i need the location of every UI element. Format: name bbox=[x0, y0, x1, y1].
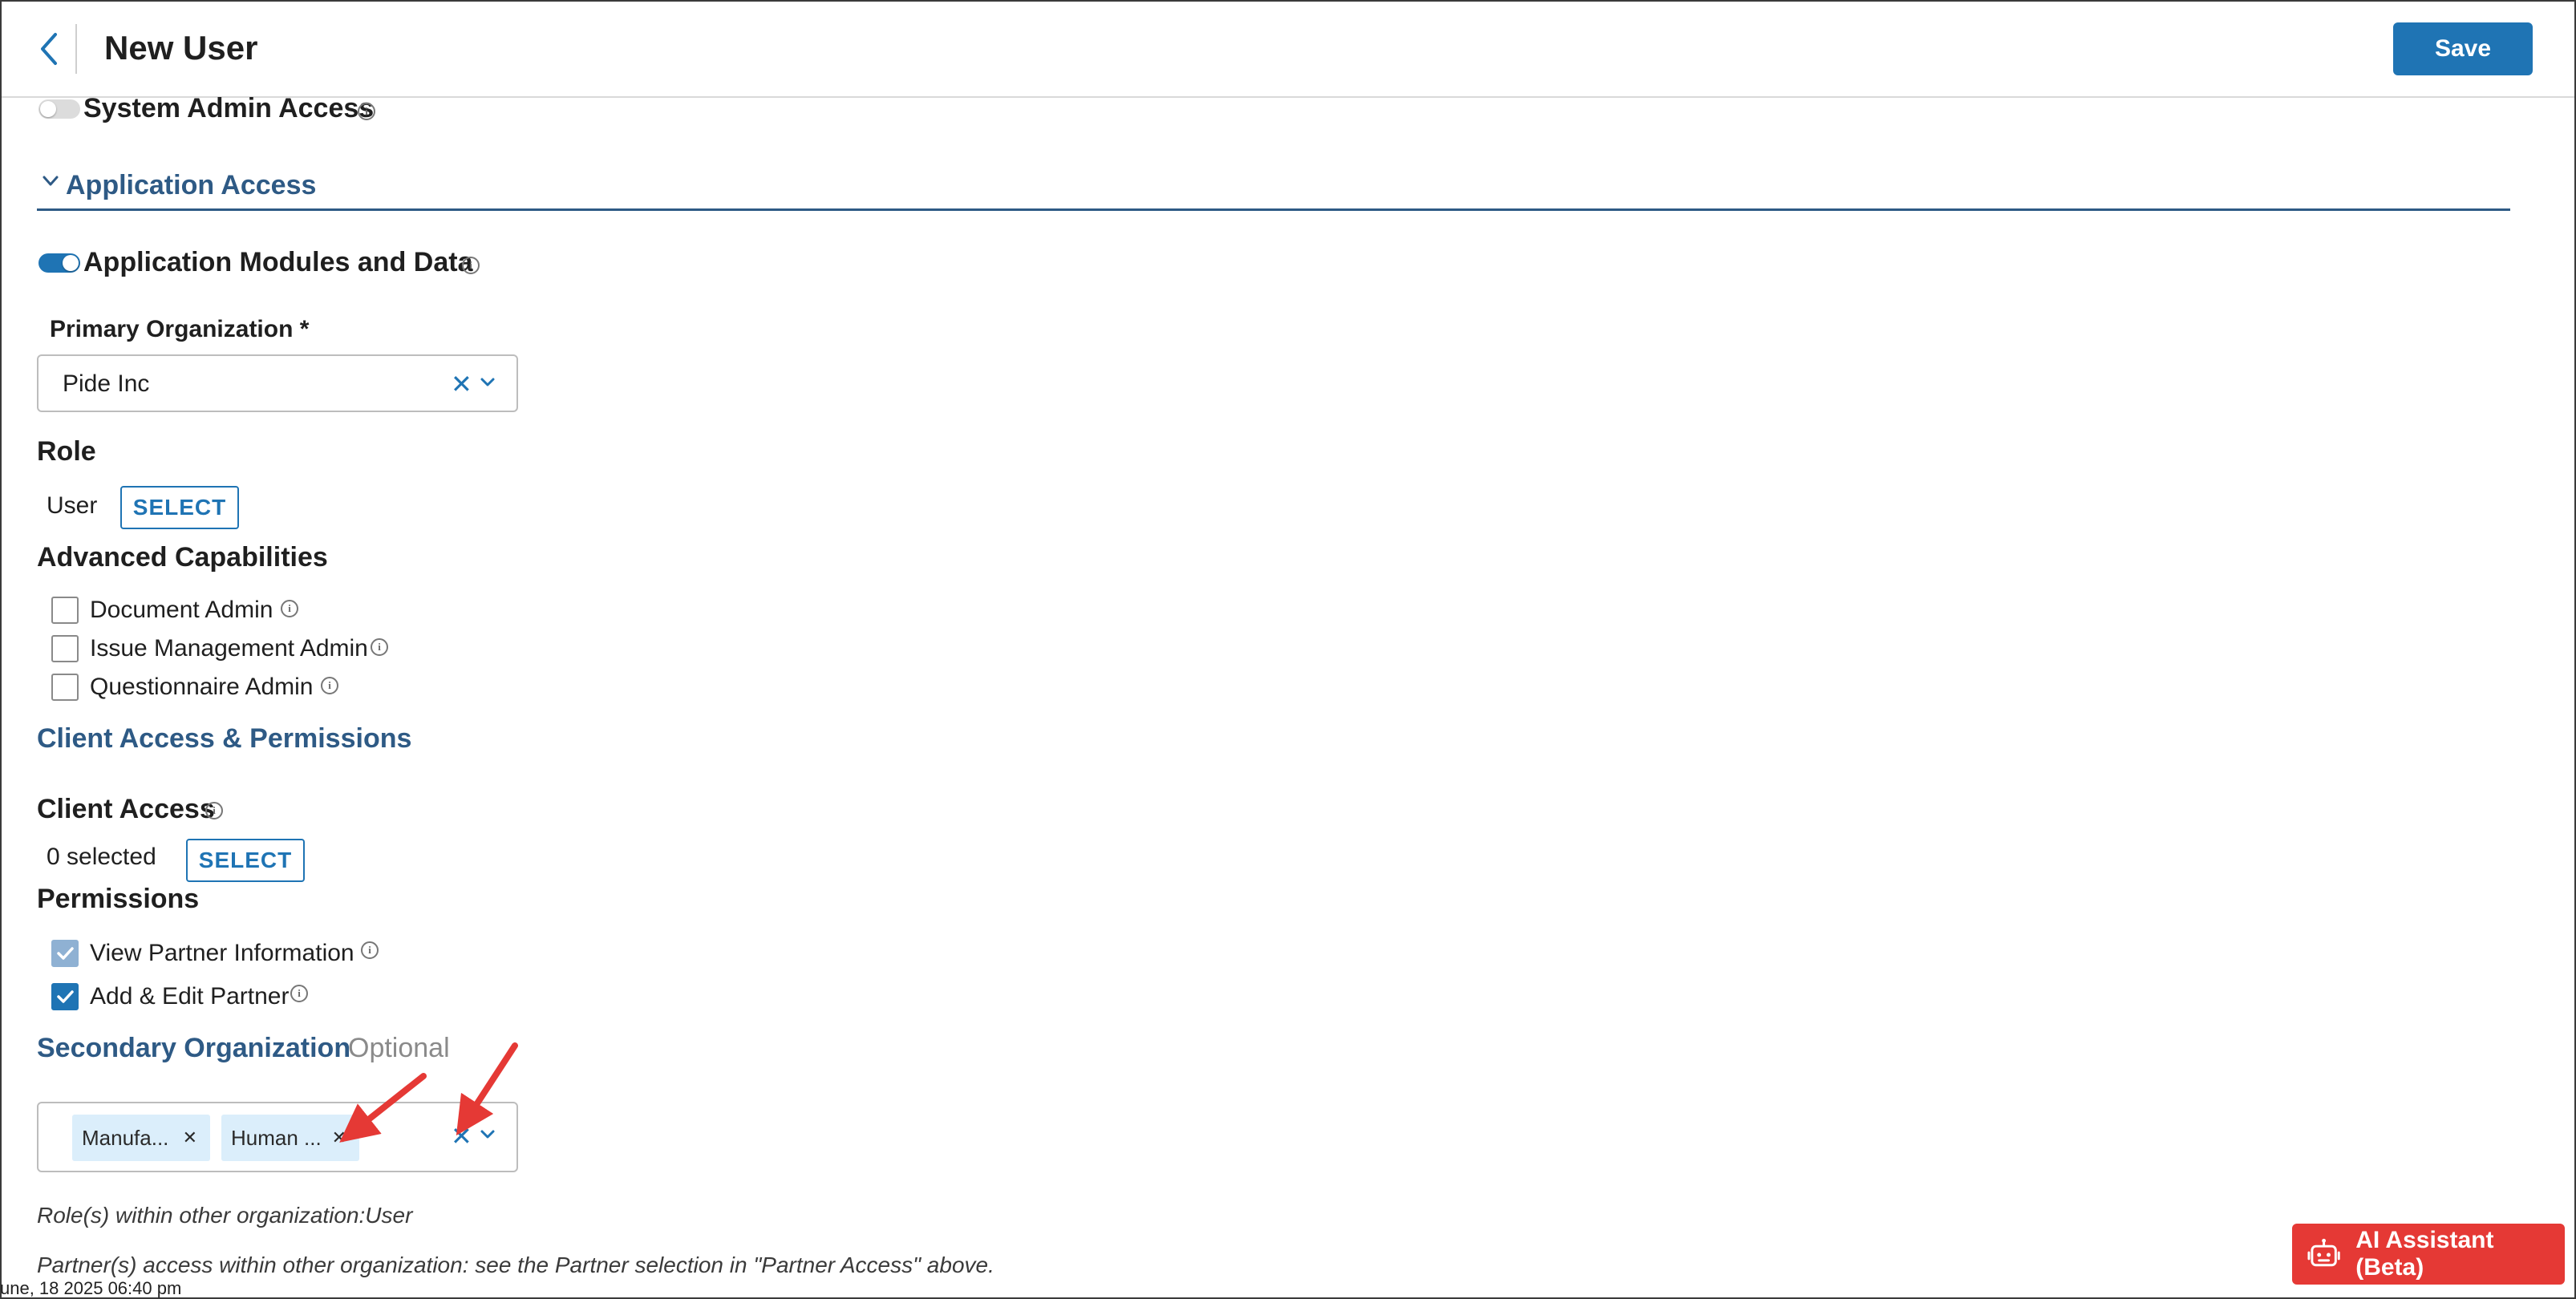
info-icon[interactable]: i bbox=[358, 103, 375, 120]
info-icon[interactable]: i bbox=[281, 600, 298, 617]
issue-management-admin-checkbox[interactable] bbox=[51, 635, 79, 662]
partners-note: Partner(s) access within other organizat… bbox=[37, 1252, 994, 1277]
client-access-heading: Client Access bbox=[37, 794, 215, 824]
roles-note: Role(s) within other organization:User bbox=[37, 1203, 413, 1228]
page-header: New User Save bbox=[2, 2, 2574, 98]
info-icon[interactable]: i bbox=[321, 677, 338, 694]
ai-assistant-label: AI Assistant (Beta) bbox=[2355, 1227, 2494, 1281]
view-partner-checkbox[interactable] bbox=[51, 940, 79, 967]
system-admin-label: System Admin Access bbox=[83, 93, 375, 123]
chevron-left-icon bbox=[41, 33, 57, 65]
robot-icon bbox=[2307, 1238, 2340, 1267]
primary-org-select[interactable]: Pide Inc ✕ bbox=[37, 354, 518, 412]
client-access-permissions-heading: Client Access & Permissions bbox=[37, 723, 412, 754]
application-modules-label: Application Modules and Data bbox=[83, 247, 473, 277]
checkbox-label: Add & Edit Partner bbox=[90, 983, 290, 1010]
advanced-capabilities-heading: Advanced Capabilities bbox=[37, 542, 328, 573]
chevron-down-icon bbox=[43, 176, 59, 186]
checkmark-icon bbox=[57, 947, 74, 960]
timestamp: une, 18 2025 06:40 pm bbox=[0, 1278, 182, 1298]
chevron-down-icon[interactable] bbox=[480, 377, 496, 388]
chip-label: Manufa... bbox=[82, 1125, 169, 1150]
info-icon[interactable]: i bbox=[205, 802, 223, 819]
checkmark-icon bbox=[57, 990, 74, 1003]
primary-org-label: Primary Organization * bbox=[50, 316, 310, 342]
save-button[interactable]: Save bbox=[2393, 22, 2533, 75]
back-button[interactable] bbox=[29, 26, 69, 72]
checkbox-label: Document Admin bbox=[90, 597, 273, 623]
system-admin-toggle[interactable] bbox=[38, 99, 80, 119]
add-edit-partner-checkbox[interactable] bbox=[51, 983, 79, 1010]
collapse-toggle[interactable] bbox=[42, 175, 59, 192]
annotation-arrow-icon bbox=[456, 1042, 518, 1136]
application-modules-toggle[interactable] bbox=[38, 253, 80, 273]
section-divider bbox=[37, 208, 2510, 211]
role-select-button[interactable]: SELECT bbox=[120, 486, 239, 529]
annotation-arrow-icon bbox=[339, 1073, 427, 1143]
checkbox-label: Questionnaire Admin bbox=[90, 674, 314, 700]
role-heading: Role bbox=[37, 436, 96, 467]
role-value: User bbox=[47, 492, 98, 519]
org-chip: Manufa... ✕ bbox=[72, 1115, 210, 1161]
chip-remove-icon[interactable]: ✕ bbox=[183, 1127, 197, 1148]
info-icon[interactable]: i bbox=[462, 257, 480, 274]
annotation-arrows bbox=[339, 1042, 518, 1143]
clear-icon[interactable]: ✕ bbox=[451, 369, 472, 399]
ai-assistant-button[interactable]: AI Assistant (Beta) bbox=[2292, 1224, 2565, 1285]
chip-label: Human ... bbox=[231, 1125, 322, 1150]
info-icon[interactable]: i bbox=[290, 985, 308, 1002]
document-admin-checkbox[interactable] bbox=[51, 597, 79, 624]
primary-org-value: Pide Inc bbox=[63, 370, 150, 397]
permissions-heading: Permissions bbox=[37, 884, 200, 914]
client-access-count: 0 selected bbox=[47, 844, 156, 870]
client-access-select-button[interactable]: SELECT bbox=[186, 839, 305, 882]
application-access-heading[interactable]: Application Access bbox=[66, 170, 316, 201]
secondary-org-heading: Secondary Organization bbox=[37, 1033, 351, 1063]
header-divider bbox=[75, 24, 77, 74]
info-icon[interactable]: i bbox=[361, 941, 379, 959]
questionnaire-admin-checkbox[interactable] bbox=[51, 674, 79, 701]
checkbox-label: View Partner Information bbox=[90, 940, 354, 966]
info-icon[interactable]: i bbox=[371, 638, 388, 656]
page-title: New User bbox=[104, 29, 258, 67]
checkbox-label: Issue Management Admin bbox=[90, 635, 368, 662]
